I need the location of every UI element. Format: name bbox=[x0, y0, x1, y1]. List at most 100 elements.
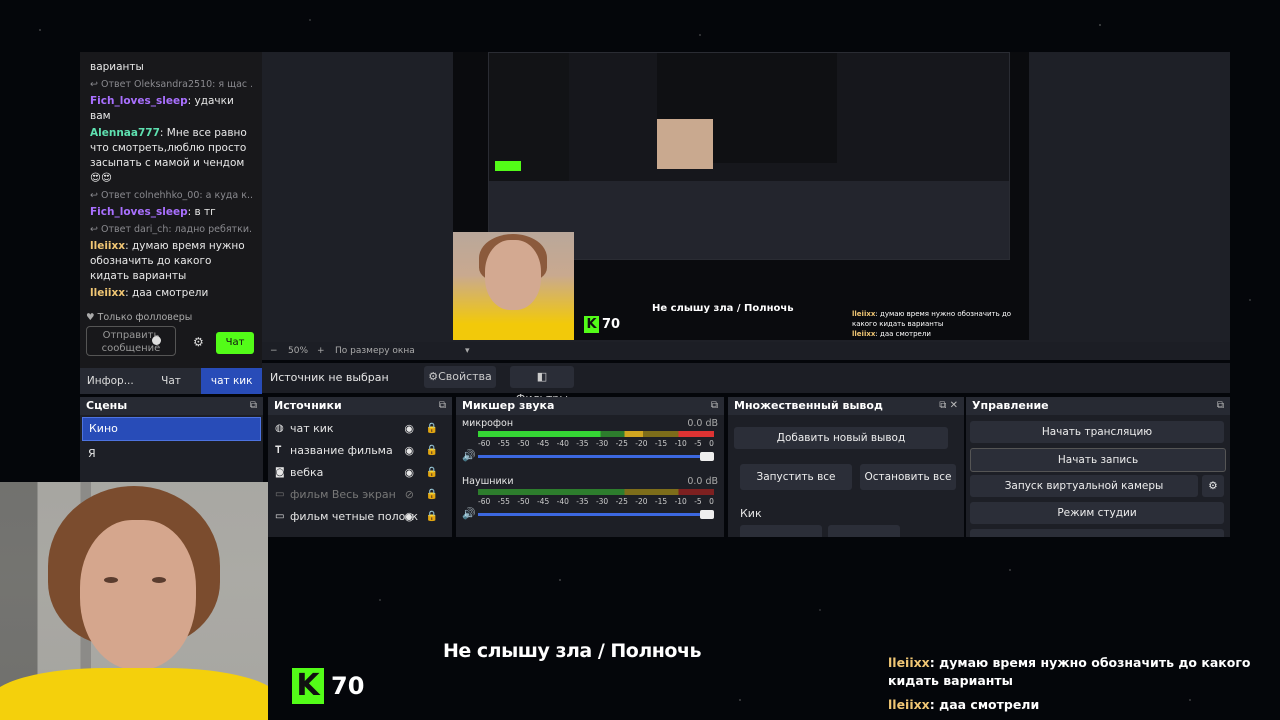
source-item[interactable]: ◍ чат кик ◉ 🔒 bbox=[268, 418, 452, 440]
undock-icon[interactable]: ⧉ bbox=[1217, 397, 1224, 415]
stream-chat-message: lleiixx: думаю время нужно обозначить до… bbox=[888, 655, 1251, 688]
virtual-camera-settings-gear-icon[interactable]: ⚙ bbox=[1202, 475, 1224, 497]
lock-icon[interactable]: 🔒 bbox=[426, 418, 438, 440]
chat-text: даа смотрели bbox=[939, 697, 1040, 712]
volume-slider[interactable] bbox=[478, 510, 714, 519]
scale-tick: -5 bbox=[694, 497, 702, 506]
start-all-button[interactable]: Запустить все bbox=[740, 464, 852, 490]
lock-icon[interactable]: 🔒 bbox=[426, 506, 438, 528]
controls-header: Управление ⧉ bbox=[966, 397, 1230, 415]
chat-message-list: варианты ↩ Ответ Oleksandra2510: я щас ..… bbox=[90, 58, 252, 301]
chat-reply-context: ↩ Ответ dari_ch: ладно ребятки... bbox=[90, 222, 252, 237]
chat-message: варианты bbox=[90, 60, 252, 75]
source-item[interactable]: ◙ вебка ◉ 🔒 bbox=[268, 462, 452, 484]
chat-text: варианты bbox=[90, 61, 144, 73]
eye-icon[interactable]: ◉ bbox=[404, 418, 414, 440]
chat-username[interactable]: lleiixx bbox=[90, 240, 125, 252]
scale-tick: -30 bbox=[595, 439, 609, 448]
source-item[interactable]: ▭ фильм Весь экран ⊘ 🔒 bbox=[268, 484, 452, 506]
scale-tick: -40 bbox=[556, 439, 569, 448]
zoom-fit-select[interactable]: По размеру окна bbox=[335, 346, 415, 356]
stop-all-button[interactable]: Остановить все bbox=[860, 464, 956, 490]
channel-name: Наушники bbox=[462, 476, 514, 487]
emoji-icon[interactable] bbox=[152, 336, 161, 345]
zoom-bar: − 50% + По размеру окна ▾ bbox=[262, 342, 1230, 360]
lock-icon[interactable]: 🔒 bbox=[426, 462, 438, 484]
chat-username[interactable]: Fich_loves_sleep bbox=[90, 95, 188, 107]
start-virtual-camera-button[interactable]: Запуск виртуальной камеры bbox=[970, 475, 1198, 497]
undock-icon[interactable]: ⧉ bbox=[711, 397, 718, 415]
properties-label: Свойства bbox=[438, 370, 492, 383]
source-item[interactable]: 𝐓название фильма ◉ 🔒 bbox=[268, 440, 452, 462]
eye-icon[interactable]: ◉ bbox=[404, 506, 414, 528]
eye-icon[interactable]: ◉ bbox=[404, 462, 414, 484]
volume-slider[interactable] bbox=[478, 452, 714, 461]
slider-handle[interactable] bbox=[700, 510, 714, 519]
camera-icon: ◙ bbox=[275, 467, 285, 478]
add-output-button[interactable]: Добавить новый вывод bbox=[734, 427, 948, 449]
chat-username: lleiixx bbox=[888, 697, 930, 712]
undock-icon[interactable]: ⧉ bbox=[250, 397, 257, 415]
tab-info[interactable]: Инфор... bbox=[80, 368, 141, 394]
slider-handle[interactable] bbox=[700, 452, 714, 461]
chat-send-input[interactable]: Отправить сообщение bbox=[86, 326, 176, 356]
chat-username[interactable]: lleiixx bbox=[90, 287, 125, 299]
speaker-icon[interactable]: 🔊 bbox=[462, 507, 476, 520]
channel-db: 0.0 dB bbox=[687, 418, 718, 429]
scale-tick: -25 bbox=[615, 497, 628, 506]
preview-webcam bbox=[453, 232, 574, 340]
scale-tick: -60 bbox=[478, 497, 491, 506]
settings-button[interactable] bbox=[970, 529, 1224, 537]
chevron-down-icon[interactable]: ▾ bbox=[465, 346, 470, 356]
mixer-channel: Наушники 0.0 dB -60 -55 -50 -45 -40 -35 -30 -25 -2… bbox=[456, 473, 724, 531]
lock-icon[interactable]: 🔒 bbox=[426, 484, 438, 506]
scale-tick: 0 bbox=[709, 439, 714, 448]
tab-chat[interactable]: Чат bbox=[141, 368, 202, 394]
studio-mode-button[interactable]: Режим студии bbox=[970, 502, 1224, 524]
eye-icon[interactable]: ◉ bbox=[404, 440, 414, 462]
chat-settings-gear-icon[interactable]: ⚙ bbox=[193, 335, 204, 350]
filters-button[interactable]: ◧ Фильтры bbox=[510, 366, 574, 405]
output-start-button[interactable] bbox=[740, 525, 822, 537]
chat-panel: варианты ↩ Ответ Oleksandra2510: я щас ..… bbox=[80, 52, 262, 394]
scale-tick: -60 bbox=[478, 439, 491, 448]
eye-off-icon[interactable]: ⊘ bbox=[405, 484, 414, 506]
scale-tick: -55 bbox=[497, 439, 510, 448]
scale-tick: -40 bbox=[556, 497, 569, 506]
scale-tick: -55 bbox=[497, 497, 510, 506]
zoom-level: 50% bbox=[288, 346, 309, 356]
sources-dock: Источники ⧉ ◍ чат кик ◉ 🔒 𝐓название фильма ◉ 🔒 ◙… bbox=[268, 397, 452, 537]
start-recording-button[interactable]: Начать запись bbox=[970, 448, 1226, 472]
close-icon[interactable]: ⧉ ✕ bbox=[939, 397, 958, 415]
zoom-out-button[interactable]: − bbox=[270, 346, 278, 356]
chat-username[interactable]: Alennaa777 bbox=[90, 127, 160, 139]
tab-kick-chat[interactable]: чат кик bbox=[201, 368, 263, 394]
scale-tick: -10 bbox=[674, 497, 687, 506]
undock-icon[interactable]: ⧉ bbox=[439, 397, 446, 415]
scale-tick: -35 bbox=[576, 497, 589, 506]
text-icon: 𝐓 bbox=[275, 445, 282, 456]
multiple-output-dock: Множественный вывод ⧉ ✕ Добавить новый вы… bbox=[728, 397, 964, 537]
multi-output-title: Множественный вывод bbox=[734, 399, 883, 412]
properties-button[interactable]: ⚙Свойства bbox=[424, 366, 496, 388]
lock-icon[interactable]: 🔒 bbox=[426, 440, 438, 462]
start-streaming-button[interactable]: Начать трансляцию bbox=[970, 421, 1224, 443]
chat-username[interactable]: Fich_loves_sleep bbox=[90, 206, 188, 218]
source-item[interactable]: ▭ фильм четные полоск ◉ 🔒 bbox=[268, 506, 452, 528]
speaker-icon[interactable]: 🔊 bbox=[462, 449, 476, 462]
audio-mixer-dock: Микшер звука ⧉ микрофон 0.0 dB -60 -55 -50 -45… bbox=[456, 397, 724, 537]
scene-item[interactable]: Я bbox=[82, 443, 261, 465]
chat-reply-text: Ответ colnehhko_00: а куда к... bbox=[100, 190, 252, 201]
chat-send-button[interactable]: Чат bbox=[216, 332, 254, 354]
nested-preview-screen bbox=[488, 52, 1010, 260]
globe-icon: ◍ bbox=[275, 423, 284, 434]
zoom-in-button[interactable]: + bbox=[317, 346, 325, 356]
chat-username: lleiixx bbox=[888, 655, 930, 670]
meter-scale: -60 -55 -50 -45 -40 -35 -30 -25 -20 -15 -10 -5 0 bbox=[478, 497, 714, 506]
sources-header: Источники ⧉ bbox=[268, 397, 452, 415]
no-source-label: Источник не выбран bbox=[270, 371, 389, 384]
scene-item[interactable]: Кино bbox=[82, 417, 261, 441]
output-stop-button[interactable] bbox=[828, 525, 900, 537]
followers-only-text: Только фолловеры bbox=[97, 312, 193, 323]
scale-tick: -5 bbox=[694, 439, 702, 448]
